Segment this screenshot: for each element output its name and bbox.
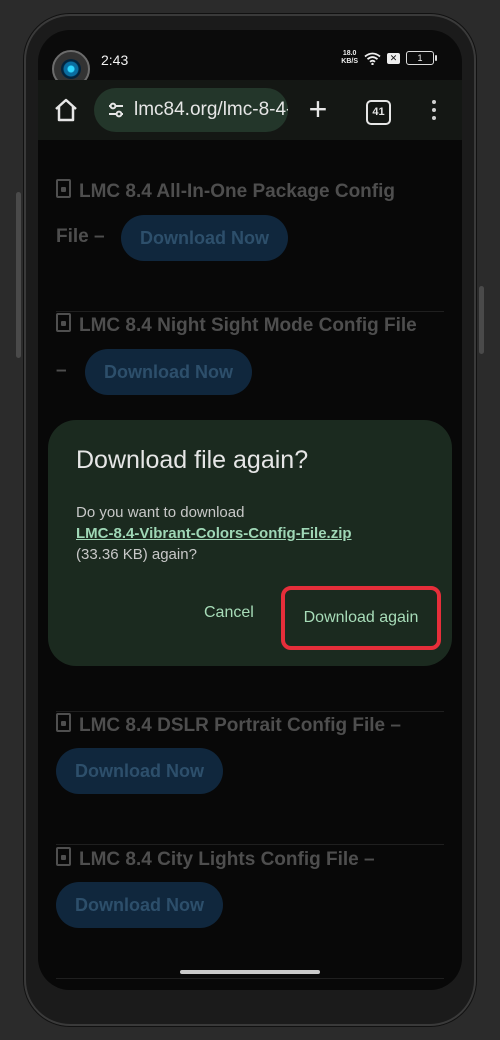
cancel-button[interactable]: Cancel bbox=[198, 596, 260, 630]
status-icons: 18.0 KB/S ✕ 1 bbox=[341, 50, 437, 66]
tab-switcher-button[interactable]: 41 bbox=[366, 100, 391, 125]
file-size-text: (33.36 KB) again? bbox=[76, 546, 197, 563]
home-indicator[interactable] bbox=[180, 970, 320, 974]
network-speed: 18.0 KB/S bbox=[341, 50, 358, 66]
volume-button bbox=[16, 192, 21, 358]
status-time: 2:43 bbox=[101, 52, 129, 68]
battery-icon: 1 bbox=[406, 51, 437, 65]
dialog-title: Download file again? bbox=[76, 446, 309, 474]
screen: 2:43 18.0 KB/S ✕ 1 lmc84.org/lmc-8-4-con… bbox=[38, 30, 462, 990]
address-bar[interactable]: lmc84.org/lmc-8-4-config-files bbox=[94, 88, 288, 132]
battery-level: 1 bbox=[417, 53, 423, 63]
url-text[interactable]: lmc84.org/lmc-8-4-config-files bbox=[134, 99, 288, 121]
dialog-message: Do you want to download LMC-8.4-Vibrant-… bbox=[76, 502, 426, 565]
file-name-link[interactable]: LMC-8.4-Vibrant-Colors-Config-File.zip bbox=[76, 523, 426, 544]
network-speed-unit: KB/S bbox=[341, 58, 358, 65]
wifi-icon bbox=[364, 52, 381, 65]
site-settings-icon[interactable] bbox=[106, 100, 126, 120]
browser-toolbar: lmc84.org/lmc-8-4-config-files + 41 bbox=[38, 80, 462, 140]
dialog-prompt: Do you want to download bbox=[76, 504, 245, 521]
new-tab-plus-icon[interactable]: + bbox=[306, 93, 330, 126]
download-again-button[interactable]: Download again bbox=[281, 586, 441, 650]
network-speed-value: 18.0 bbox=[342, 50, 357, 57]
more-menu-icon[interactable] bbox=[430, 98, 438, 122]
home-icon[interactable] bbox=[52, 96, 80, 124]
power-button bbox=[479, 286, 484, 354]
no-sim-icon: ✕ bbox=[387, 52, 400, 64]
